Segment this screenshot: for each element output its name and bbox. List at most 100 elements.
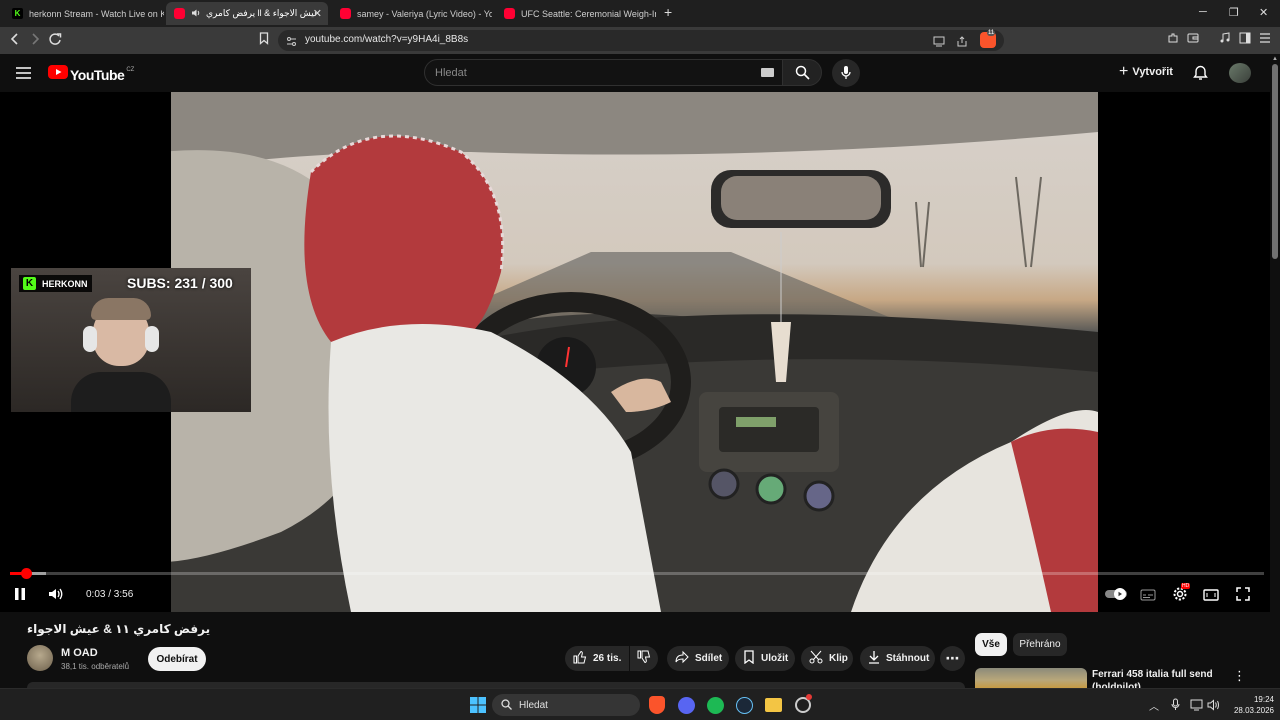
- taskbar-search-label: Hledat: [519, 699, 548, 711]
- recommendation-more-icon[interactable]: ⋮: [1233, 668, 1246, 684]
- taskbar-clock[interactable]: 19:24 28.03.2026: [1222, 694, 1274, 716]
- like-button[interactable]: 26 tis.: [565, 646, 629, 671]
- video-title: يرفض كامري ١١ & عيش الاجواء: [27, 622, 211, 636]
- wallet-icon[interactable]: [1187, 32, 1199, 47]
- fullscreen-icon[interactable]: [1236, 587, 1250, 606]
- scrollbar-thumb[interactable]: [1272, 64, 1278, 259]
- scissors-icon: [809, 650, 823, 667]
- like-count: 26 tis.: [593, 653, 622, 664]
- site-info-icon[interactable]: [286, 34, 297, 52]
- streamer-webcam-overlay: K HERKONN SUBS: 231 / 300: [11, 268, 251, 412]
- chip-all[interactable]: Vše: [975, 633, 1007, 656]
- file-explorer-icon[interactable]: [765, 698, 782, 712]
- progress-scrubber-handle[interactable]: [21, 568, 33, 579]
- brave-browser-icon[interactable]: [649, 696, 665, 714]
- back-icon[interactable]: [10, 32, 20, 49]
- scroll-up-icon[interactable]: ▲: [1272, 56, 1278, 62]
- share-button[interactable]: Sdílet: [667, 646, 729, 671]
- new-tab-button[interactable]: +: [664, 4, 672, 20]
- volume-icon[interactable]: [48, 587, 64, 606]
- kick-channel-tag: K HERKONN: [19, 275, 92, 292]
- reload-icon[interactable]: [48, 32, 62, 49]
- subs-goal-text: SUBS: 231 / 300: [127, 275, 233, 291]
- chip-watched[interactable]: Přehráno: [1013, 633, 1067, 656]
- recommendation-thumbnail[interactable]: [975, 668, 1087, 688]
- dislike-button[interactable]: [630, 646, 658, 671]
- search-input[interactable]: [435, 64, 735, 82]
- progress-bar[interactable]: [10, 568, 1264, 579]
- youtube-logo-text: YouTube: [70, 66, 125, 83]
- tab-samey-video[interactable]: samey - Valeriya (Lyric Video) - YouTu: [332, 2, 492, 25]
- menu-icon[interactable]: [1259, 32, 1271, 47]
- settings-gear-icon[interactable]: HD: [1172, 583, 1191, 607]
- create-button[interactable]: + Vytvořit: [1113, 59, 1179, 85]
- tray-microphone-icon[interactable]: [1171, 698, 1180, 716]
- speaker-icon[interactable]: [191, 8, 201, 20]
- save-label: Uložit: [761, 653, 789, 664]
- tray-volume-icon[interactable]: [1207, 698, 1220, 716]
- taskbar-search[interactable]: Hledat: [492, 694, 640, 716]
- plus-icon: +: [1119, 63, 1129, 80]
- youtube-play-logo-icon: [48, 65, 68, 84]
- clip-button[interactable]: Klip: [801, 646, 853, 671]
- bookmark-icon[interactable]: [259, 32, 269, 48]
- save-button[interactable]: Uložit: [735, 646, 795, 671]
- subscribe-button[interactable]: Odebírat: [148, 647, 206, 671]
- recommendation-title[interactable]: Ferrari 458 italia full send (holdpilot): [1092, 668, 1232, 690]
- close-tab-icon[interactable]: ✕: [313, 7, 322, 20]
- subtitles-icon[interactable]: [1140, 588, 1156, 606]
- share-label: Sdílet: [695, 653, 723, 664]
- clock-date: 28.03.2026: [1233, 706, 1274, 715]
- download-button[interactable]: Stáhnout: [860, 646, 935, 671]
- video-frame[interactable]: [171, 92, 1098, 612]
- minimize-button[interactable]: ─: [1199, 6, 1207, 18]
- clip-label: Klip: [829, 653, 848, 664]
- media-icon[interactable]: [1219, 32, 1231, 47]
- pause-icon[interactable]: [14, 587, 26, 606]
- channel-avatar[interactable]: [27, 645, 53, 671]
- youtube-icon: [340, 8, 351, 19]
- share-page-icon[interactable]: [956, 34, 968, 52]
- download-label: Stáhnout: [886, 653, 930, 664]
- autoplay-toggle[interactable]: [1105, 587, 1127, 605]
- discord-icon[interactable]: [678, 697, 695, 714]
- video-player[interactable]: K HERKONN SUBS: 231 / 300 0:03 / 3:56 HD: [0, 92, 1270, 612]
- tray-chevron-icon[interactable]: ︿: [1149, 698, 1159, 713]
- account-avatar[interactable]: [1229, 63, 1251, 83]
- extensions-icon[interactable]: [1167, 32, 1179, 47]
- region-code: CZ: [126, 66, 135, 73]
- more-actions-button[interactable]: ⋯: [940, 646, 965, 671]
- url-field[interactable]: youtube.com/watch?v=y9HA4i_8B8s: [278, 30, 1004, 51]
- time-display: 0:03 / 3:56: [86, 589, 134, 600]
- microphone-icon: [841, 65, 851, 86]
- forward-icon[interactable]: [30, 32, 40, 49]
- restore-button[interactable]: ❐: [1229, 6, 1239, 19]
- channel-name[interactable]: M OAD: [61, 647, 98, 659]
- thumbs-down-icon: [637, 650, 651, 667]
- channel-tag-text: HERKONN: [42, 278, 88, 289]
- tab-kick-stream[interactable]: K herkonn Stream - Watch Live on Kick: [4, 2, 164, 25]
- keyboard-icon[interactable]: [761, 68, 774, 77]
- search-button[interactable]: [782, 59, 822, 86]
- sidebar-toggle-icon[interactable]: [1239, 32, 1251, 47]
- notifications-bell-icon[interactable]: [1193, 65, 1208, 86]
- steam-icon[interactable]: [736, 697, 753, 714]
- brave-shields-icon[interactable]: 11: [980, 30, 996, 48]
- youtube-logo[interactable]: YouTube CZ: [48, 65, 134, 84]
- youtube-header: YouTube CZ + Vytvořit: [0, 54, 1270, 92]
- url-text: youtube.com/watch?v=y9HA4i_8B8s: [305, 34, 469, 45]
- windows-start-icon[interactable]: [470, 697, 486, 718]
- tab-current-video[interactable]: يرفض كامري ll & عيش الاجواء ✕: [166, 2, 328, 25]
- taskbar-search-icon: [501, 699, 512, 713]
- clock-time: 19:24: [1253, 695, 1274, 704]
- hamburger-menu-icon[interactable]: [16, 66, 31, 84]
- tray-network-icon[interactable]: [1190, 698, 1203, 716]
- tab-ufc-video[interactable]: UFC Seattle: Ceremonial Weigh-In - Y: [496, 2, 656, 25]
- theater-mode-icon[interactable]: [1203, 588, 1219, 606]
- spotify-icon[interactable]: [707, 697, 724, 714]
- page-scrollbar[interactable]: ▲: [1270, 54, 1280, 688]
- close-window-button[interactable]: ✕: [1259, 6, 1268, 19]
- voice-search-button[interactable]: [832, 59, 860, 87]
- cast-icon[interactable]: [933, 34, 945, 52]
- tab-title: يرفض كامري ll & عيش الاجواء: [206, 8, 316, 18]
